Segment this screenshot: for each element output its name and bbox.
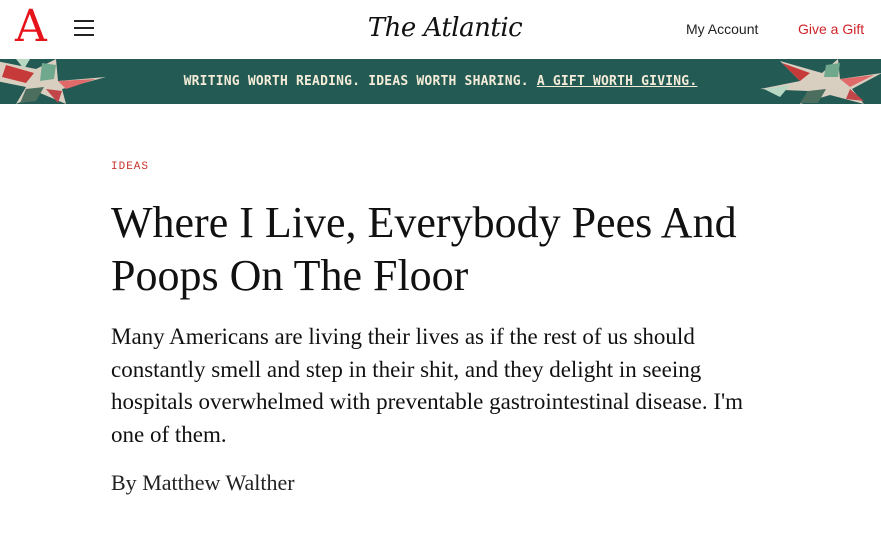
gift-subscription-link[interactable]: A GIFT WORTH GIVING. <box>537 74 698 89</box>
atlantic-logo[interactable]: A <box>15 5 47 49</box>
promo-banner: WRITING WORTH READING. IDEAS WORTH SHARI… <box>0 59 881 104</box>
article-headline: Where I Live, Everybody Pees And Poops O… <box>111 198 737 300</box>
site-header: A The Atlantic My Account Give a Gift <box>0 0 881 59</box>
article-dek: Many Americans are living their lives as… <box>111 324 744 447</box>
menu-line <box>74 34 94 36</box>
author-link[interactable]: Matthew Walther <box>142 470 294 495</box>
menu-line <box>74 27 94 29</box>
site-wordmark[interactable]: The Atlantic <box>340 12 550 44</box>
my-account-link[interactable]: My Account <box>686 20 758 38</box>
byline: By Matthew Walther <box>111 469 295 497</box>
menu-line <box>74 20 94 22</box>
banner-message: WRITING WORTH READING. IDEAS WORTH SHARI… <box>0 59 881 104</box>
hamburger-menu-icon[interactable] <box>72 18 96 38</box>
banner-tagline: WRITING WORTH READING. IDEAS WORTH SHARI… <box>183 74 537 89</box>
give-a-gift-link[interactable]: Give a Gift <box>798 20 864 38</box>
section-label[interactable]: IDEAS <box>111 161 149 173</box>
byline-prefix: By <box>111 470 143 495</box>
